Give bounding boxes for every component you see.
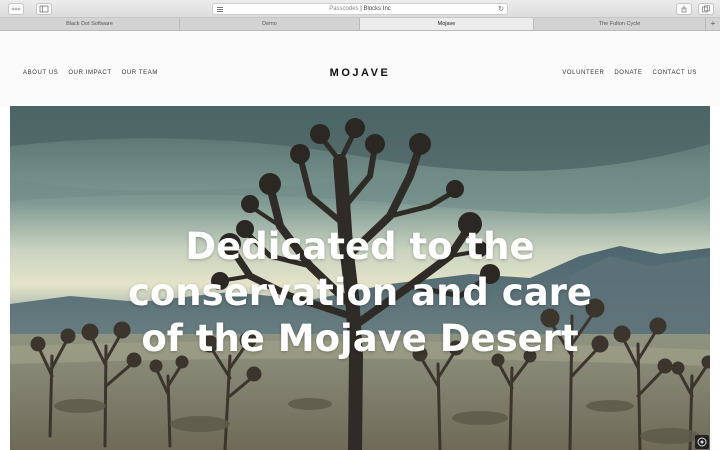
tab-black-dot-software[interactable]: Black Dot Software xyxy=(0,18,180,30)
hero-heading-line-3: of the Mojave Desert xyxy=(141,317,579,360)
tab-label: Mojave xyxy=(437,21,456,27)
tab-demo[interactable]: Demo xyxy=(180,18,360,30)
address-bar[interactable]: Passcodes | Blocks Inc ↻ xyxy=(212,3,508,15)
nav-volunteer[interactable]: VOLUNTEER xyxy=(562,70,604,76)
hero-heading-line-1: Dedicated to the xyxy=(185,225,535,268)
secondary-nav: VOLUNTEER DONATE CONTACT US xyxy=(562,70,697,76)
hero-heading: Dedicated to the conservation and care o… xyxy=(10,224,710,362)
browser-toolbar: Passcodes | Blocks Inc ↻ xyxy=(0,0,720,18)
sidebar-toggle-icon[interactable] xyxy=(36,3,52,15)
tab-label: The Fulton Cycle xyxy=(598,21,641,27)
nav-donate[interactable]: DONATE xyxy=(614,70,642,76)
tab-mojave[interactable]: Mojave xyxy=(360,18,534,30)
tab-label: Demo xyxy=(262,21,277,27)
help-widget-icon[interactable] xyxy=(695,435,709,449)
site-header: ABOUT US OUR IMPACT OUR TEAM MOJAVE VOLU… xyxy=(0,31,720,106)
nav-contact-us[interactable]: CONTACT US xyxy=(653,70,697,76)
reload-icon[interactable]: ↻ xyxy=(498,4,504,15)
url-prefix: Passcodes xyxy=(329,6,359,12)
traffic-lights-icon[interactable] xyxy=(8,3,24,15)
url-domain: Blocks Inc xyxy=(363,6,391,12)
tab-bar: Black Dot Software Demo Mojave The Fulto… xyxy=(0,18,720,31)
tabs-overview-icon[interactable] xyxy=(698,3,714,15)
hero-heading-line-2: conservation and care xyxy=(127,271,593,314)
tab-label: Black Dot Software xyxy=(66,21,113,27)
new-tab-button[interactable]: + xyxy=(706,18,720,30)
reader-menu-icon[interactable] xyxy=(217,7,223,12)
hero-section: Dedicated to the conservation and care o… xyxy=(10,106,710,450)
share-icon[interactable] xyxy=(676,3,692,15)
tab-the-fulton-cycle[interactable]: The Fulton Cycle xyxy=(534,18,706,30)
